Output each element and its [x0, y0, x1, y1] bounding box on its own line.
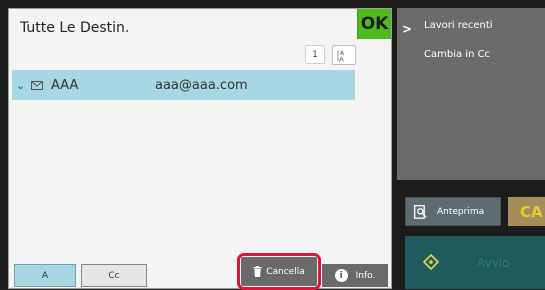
recent-jobs-label[interactable]: Lavori recenti [424, 20, 493, 31]
destination-row[interactable]: ⌄ AAA aaa@aaa.com [12, 70, 355, 100]
info-icon: i [334, 269, 348, 282]
svg-text:A: A [339, 55, 344, 62]
ca-button[interactable]: CA [508, 197, 545, 226]
cancel-label: Cancella [266, 266, 305, 277]
page-number: 1 [305, 45, 325, 64]
tab-cc[interactable]: Cc [81, 264, 147, 287]
trash-icon [253, 266, 262, 277]
tab-a[interactable]: A [14, 264, 76, 287]
preview-icon [414, 204, 427, 219]
start-icon [423, 254, 439, 270]
change-to-cc-label[interactable]: Cambia in Cc [424, 49, 490, 60]
start-label: Avvio [477, 256, 510, 270]
dialog-title: Tutte Le Destin. [20, 20, 130, 36]
info-button[interactable]: i Info. [322, 264, 388, 287]
sort-button[interactable]: A A [332, 45, 356, 65]
preview-button[interactable]: Anteprima [405, 197, 501, 226]
preview-label: Anteprima [437, 206, 485, 217]
chevron-down-icon[interactable]: ⌄ [16, 79, 28, 92]
ok-button[interactable]: OK [357, 9, 391, 39]
destination-name: AAA [51, 77, 79, 93]
cancel-button[interactable]: Cancella [241, 257, 317, 286]
destination-list-dialog: Tutte Le Destin. OK 1 A A ⌄ AAA aaa@aaa.… [8, 8, 392, 290]
destination-address: aaa@aaa.com [155, 77, 248, 93]
envelope-icon [31, 80, 45, 90]
screen: Tutte Le Destin. OK 1 A A ⌄ AAA aaa@aaa.… [0, 0, 545, 290]
info-label: Info. [355, 270, 376, 281]
sort-az-icon: A A [337, 49, 345, 62]
start-button[interactable]: Avvio [405, 236, 545, 289]
recent-jobs-panel: > Lavori recenti Cambia in Cc [397, 8, 545, 180]
chevron-right-icon[interactable]: > [402, 22, 412, 36]
